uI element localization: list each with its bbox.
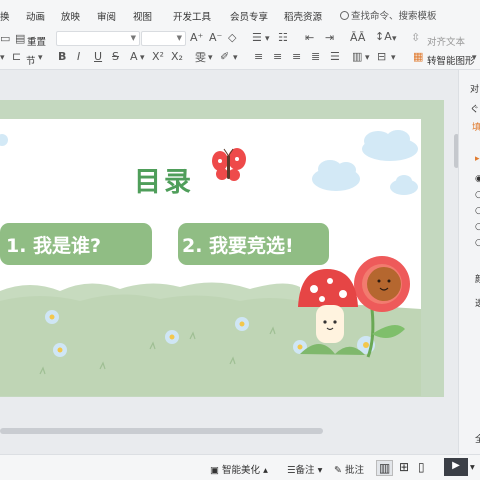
underline-icon[interactable]: U: [94, 50, 102, 63]
comments-button[interactable]: ✎ 批注: [334, 462, 364, 476]
decrease-indent-icon[interactable]: ⇤: [305, 31, 314, 44]
search-icon: [340, 11, 349, 20]
beautify-icon: ▣: [210, 465, 219, 476]
smartart-icon[interactable]: ▦: [413, 50, 423, 63]
superscript-icon[interactable]: X²: [152, 50, 164, 63]
horizontal-scrollbar[interactable]: [0, 428, 323, 434]
slide-sorter-icon[interactable]: ⊞: [399, 460, 409, 474]
align-vertical-icon[interactable]: ⊟: [377, 50, 386, 63]
highlight-icon[interactable]: ✐: [220, 50, 229, 63]
align-text-icon[interactable]: ⇳: [411, 31, 420, 44]
panel-label-object: 对: [470, 85, 480, 95]
font-family-select[interactable]: ▼: [56, 31, 140, 46]
comment-icon: ✎: [334, 465, 342, 476]
menu-slideshow[interactable]: 放映: [61, 9, 80, 23]
menu-bar: 换 动画 放映 审阅 视图 开发工具 会员专享 稻壳资源 查找命令、搜索模板: [0, 0, 480, 27]
normal-view-icon[interactable]: ▥: [376, 460, 394, 476]
fill-radio-option-3[interactable]: ○: [475, 206, 480, 216]
subscript-icon[interactable]: X₂: [171, 50, 183, 63]
notes-button[interactable]: ☰备注 ▾: [287, 462, 322, 476]
increase-font-icon[interactable]: A⁺: [190, 31, 203, 44]
align-left-icon[interactable]: ≡: [254, 50, 263, 63]
line-spacing-dropdown-icon[interactable]: ▾: [392, 34, 397, 44]
menu-review[interactable]: 审阅: [97, 9, 116, 23]
fill-radio-selected[interactable]: ◉: [475, 174, 480, 184]
comments-label: 批注: [345, 465, 365, 476]
section-icon: ⊏: [12, 50, 22, 63]
smart-beautify-label: 智能美化: [222, 465, 261, 476]
panel-label-transparency: 透: [475, 299, 480, 309]
status-bar: ▣ 智能美化 ▴ ☰备注 ▾ ✎ 批注 ▥ ⊞ ▯ ▶ ▾: [0, 454, 480, 480]
columns-dropdown-icon[interactable]: ▾: [365, 53, 370, 63]
property-panel: 对 ぐ 填 ▸ ◉ ○ ○ ○ ○ 颜 透 全: [458, 70, 480, 460]
bullet-dropdown-icon[interactable]: ▾: [265, 34, 270, 44]
align-right-icon[interactable]: ≡: [292, 50, 301, 63]
font-size-select[interactable]: ▼: [141, 31, 186, 46]
chevron-up-icon: ▴: [263, 465, 268, 476]
decrease-font-icon[interactable]: A⁻: [209, 31, 222, 44]
align-vertical-dropdown-icon[interactable]: ▾: [391, 53, 396, 63]
command-search[interactable]: 查找命令、搜索模板: [340, 8, 437, 22]
pinyin-dropdown-icon[interactable]: ▾: [208, 53, 213, 63]
ribbon-toolbar: ▭ ▤ 重置 ▾ ⊏ 节 ▾ ▼ ▼ A⁺ A⁻ ◇ B I U S A ▾ X…: [0, 27, 480, 70]
slide-card-campaign[interactable]: 2. 我要竞选!: [178, 223, 329, 265]
fill-radio-option-2[interactable]: ○: [475, 190, 480, 200]
layout-icon[interactable]: ▭: [0, 32, 10, 45]
clear-format-icon[interactable]: ◇: [228, 31, 236, 44]
smartart-dropdown-icon[interactable]: ▾: [472, 53, 477, 63]
search-placeholder: 查找命令、搜索模板: [351, 11, 437, 22]
fill-radio-option-5[interactable]: ○: [475, 238, 480, 248]
menu-animation[interactable]: 动画: [26, 9, 45, 23]
notes-icon: ☰: [287, 465, 296, 476]
reset-icon[interactable]: ▤: [15, 32, 25, 45]
menu-view[interactable]: 视图: [133, 9, 152, 23]
align-text-button[interactable]: 对齐文本: [427, 34, 465, 48]
increase-indent-icon[interactable]: ⇥: [325, 31, 334, 44]
cloud-icon: [0, 130, 418, 195]
bold-icon[interactable]: B: [58, 50, 66, 63]
section-button[interactable]: 节: [26, 53, 36, 67]
menu-developer[interactable]: 开发工具: [173, 9, 211, 23]
slide-card-who-am-i[interactable]: 1. 我是谁?: [0, 223, 152, 265]
menu-transition[interactable]: 换: [0, 9, 10, 23]
font-color-icon[interactable]: A: [130, 50, 138, 63]
smart-beautify-button[interactable]: ▣ 智能美化 ▴: [210, 462, 268, 476]
play-dropdown-icon[interactable]: ▾: [470, 462, 475, 473]
panel-tab-effects[interactable]: ぐ: [470, 102, 479, 115]
distribute-icon[interactable]: ☰: [330, 50, 340, 63]
menu-membership[interactable]: 会员专享: [230, 9, 268, 23]
notes-dropdown-icon: ▾: [317, 465, 323, 476]
fill-radio-option-4[interactable]: ○: [475, 222, 480, 232]
slide-title[interactable]: 目录: [134, 160, 194, 199]
butterfly-icon: [212, 148, 246, 181]
strikethrough-icon[interactable]: S: [112, 50, 119, 63]
section-dropdown-icon[interactable]: ▾: [38, 53, 43, 63]
reading-view-icon[interactable]: ▯: [418, 460, 425, 474]
font-color-dropdown-icon[interactable]: ▾: [140, 53, 145, 63]
highlight-dropdown-icon[interactable]: ▾: [233, 53, 238, 63]
bullet-list-icon[interactable]: ☰: [252, 31, 262, 44]
columns-icon[interactable]: ▥: [352, 50, 362, 63]
panel-tab-fill[interactable]: 填: [472, 120, 480, 133]
panel-apply-all-button[interactable]: 全: [475, 432, 480, 445]
fill-expand-icon[interactable]: ▸: [475, 154, 480, 164]
justify-icon[interactable]: ≣: [311, 50, 320, 63]
panel-label-color: 颜: [475, 275, 480, 285]
line-spacing-icon[interactable]: ↕A: [375, 30, 392, 43]
pinyin-icon[interactable]: 雯: [195, 49, 206, 65]
chevron-down-icon[interactable]: ▾: [0, 53, 5, 63]
align-center-icon[interactable]: ≡: [273, 50, 282, 63]
smartart-button[interactable]: 转智能图形: [427, 53, 475, 67]
reset-button[interactable]: 重置: [27, 34, 46, 48]
italic-icon[interactable]: I: [77, 50, 80, 63]
text-direction-icon[interactable]: ĀĀ: [350, 31, 365, 44]
numbered-list-icon[interactable]: ☷: [278, 31, 288, 44]
play-slideshow-icon[interactable]: ▶: [444, 458, 468, 476]
menu-docer[interactable]: 稻壳资源: [284, 9, 322, 23]
notes-label: 备注: [295, 465, 315, 476]
